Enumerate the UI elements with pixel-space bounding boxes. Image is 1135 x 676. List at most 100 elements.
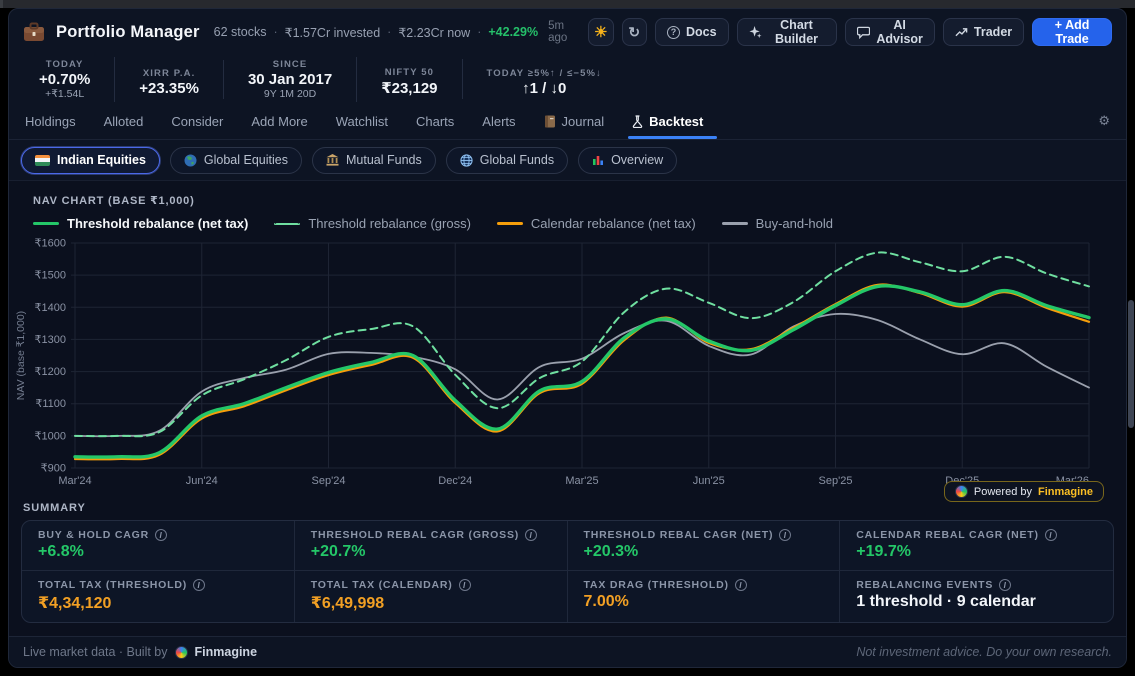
last-updated: 5m ago (548, 20, 578, 44)
svg-text:₹900: ₹900 (41, 463, 66, 475)
powered-by-badge[interactable]: Powered by Finmagine (944, 481, 1104, 502)
legend-swatch-gray (722, 222, 748, 225)
stat-nifty: NIFTY 50 ₹23,129 (357, 59, 462, 99)
svg-text:Jun'24: Jun'24 (186, 475, 218, 487)
bar-chart-icon (592, 154, 604, 166)
asset-filter-bar: Indian Equities Global Equities Mutual F… (9, 140, 1126, 180)
bank-icon (326, 154, 339, 166)
chart-builder-button[interactable]: Chart Builder (737, 18, 838, 46)
filter-indian-equities[interactable]: Indian Equities (21, 147, 160, 174)
svg-text:₹1600: ₹1600 (35, 238, 66, 250)
app-window: Portfolio Manager 62 stocks · ₹1.57Cr in… (8, 8, 1127, 668)
flask-icon (632, 115, 643, 128)
refresh-button[interactable]: ↻ (622, 18, 647, 46)
summary-cell-calendar-net-cagr: CALENDAR REBAL CAGR (NET)i +19.7% (840, 521, 1113, 571)
footer-note: Live market data · Built by (23, 645, 168, 659)
legend-buy-and-hold[interactable]: Buy-and-hold (722, 216, 833, 231)
nav-chart: ₹900 ₹1000 ₹1100 ₹1200 ₹1300 ₹1400 ₹1500 ₹1600 M… (9, 233, 1126, 498)
info-icon[interactable]: i (779, 529, 791, 541)
india-flag-icon (35, 155, 50, 166)
finmagine-logo-icon (955, 485, 968, 498)
stats-bar: TODAY +0.70% +₹1.54L XIRR P.A. +23.35% S… (9, 55, 1126, 103)
svg-text:Dec'24: Dec'24 (438, 475, 472, 487)
summary-cell-total-tax-calendar: TOTAL TAX (CALENDAR)i ₹6,49,998 (295, 571, 568, 622)
tab-alloted[interactable]: Alloted (104, 103, 144, 139)
info-icon[interactable]: i (155, 529, 167, 541)
tab-consider[interactable]: Consider (171, 103, 223, 139)
tab-alerts[interactable]: Alerts (482, 103, 515, 139)
trader-button[interactable]: Trader (943, 18, 1024, 46)
header: Portfolio Manager 62 stocks · ₹1.57Cr in… (9, 9, 1126, 55)
add-trade-button[interactable]: + Add Trade (1032, 18, 1112, 46)
filter-global-equities[interactable]: Global Equities (170, 147, 302, 174)
globe-asia-icon (184, 154, 197, 167)
legend-swatch-solid-green (33, 222, 59, 225)
tab-holdings[interactable]: Holdings (25, 103, 76, 139)
footer: Live market data · Built by Finmagine No… (9, 636, 1126, 667)
stock-count: 62 stocks (214, 25, 267, 39)
invested-amount: ₹1.57Cr invested (285, 25, 381, 40)
tab-bar: Holdings Alloted Consider Add More Watch… (9, 103, 1126, 140)
filter-overview[interactable]: Overview (578, 147, 677, 174)
info-icon[interactable]: i (999, 579, 1011, 591)
docs-button[interactable]: ? Docs (655, 18, 729, 46)
nav-chart-plot[interactable]: ₹900 ₹1000 ₹1100 ₹1200 ₹1300 ₹1400 ₹1500 ₹1600 M… (9, 233, 1126, 498)
info-icon[interactable]: i (1045, 529, 1057, 541)
filter-mutual-funds[interactable]: Mutual Funds (312, 147, 436, 174)
scrollbar-thumb[interactable] (1128, 300, 1134, 428)
svg-text:₹1400: ₹1400 (35, 302, 66, 314)
settings-gear-icon[interactable]: ⚙ (1098, 103, 1110, 139)
info-icon[interactable]: i (193, 579, 205, 591)
browser-chrome-strip (0, 0, 1135, 8)
info-icon[interactable]: i (525, 529, 537, 541)
theme-toggle-button[interactable]: ☀ (588, 18, 613, 46)
total-return-badge: +42.29% (488, 25, 538, 39)
legend-threshold-gross[interactable]: Threshold rebalance (gross) (274, 216, 471, 231)
svg-text:₹1200: ₹1200 (35, 366, 66, 378)
summary-cell-buyhold-cagr: BUY & HOLD CAGRi +6.8% (22, 521, 295, 571)
stat-xirr: XIRR P.A. +23.35% (115, 60, 224, 99)
summary-cell-tax-drag: TAX DRAG (THRESHOLD)i 7.00% (568, 571, 841, 622)
sun-icon: ☀ (594, 25, 607, 40)
svg-text:Mar'24: Mar'24 (58, 475, 91, 487)
legend-threshold-net[interactable]: Threshold rebalance (net tax) (33, 216, 248, 231)
tab-charts[interactable]: Charts (416, 103, 454, 139)
backtest-panel: NAV CHART (BASE ₹1,000) Threshold rebala… (9, 180, 1126, 636)
legend-calendar-net[interactable]: Calendar rebalance (net tax) (497, 216, 696, 231)
filter-global-funds[interactable]: Global Funds (446, 147, 568, 174)
svg-text:Sep'24: Sep'24 (312, 475, 346, 487)
footer-brand-link[interactable]: Finmagine (195, 645, 258, 659)
portfolio-meta: 62 stocks · ₹1.57Cr invested · ₹2.23Cr n… (214, 25, 538, 40)
tab-backtest[interactable]: Backtest (632, 103, 703, 139)
stat-movers: TODAY ≥5%↑ / ≤−5%↓ ↑1 / ↓0 (463, 60, 626, 99)
summary-table: BUY & HOLD CAGRi +6.8% THRESHOLD REBAL C… (21, 520, 1114, 623)
summary-cell-threshold-gross-cagr: THRESHOLD REBAL CAGR (GROSS)i +20.7% (295, 521, 568, 571)
svg-text:Mar'25: Mar'25 (565, 475, 598, 487)
tab-add-more[interactable]: Add More (251, 103, 307, 139)
disclaimer: Not investment advice. Do your own resea… (856, 645, 1112, 659)
current-value: ₹2.23Cr now (398, 25, 470, 40)
svg-text:Sep'25: Sep'25 (819, 475, 853, 487)
summary-cell-total-tax-threshold: TOTAL TAX (THRESHOLD)i ₹4,34,120 (22, 571, 295, 622)
svg-text:Jun'25: Jun'25 (693, 475, 725, 487)
info-icon[interactable]: i (735, 579, 747, 591)
legend-swatch-dashed-green (274, 223, 300, 225)
chat-bubble-icon (857, 26, 870, 39)
summary-cell-rebalancing-events: REBALANCING EVENTSi 1 threshold · 9 cale… (840, 571, 1113, 622)
svg-text:₹1500: ₹1500 (35, 270, 66, 282)
help-circle-icon: ? (667, 26, 680, 39)
ai-advisor-button[interactable]: AI Advisor (845, 18, 935, 46)
tab-watchlist[interactable]: Watchlist (336, 103, 388, 139)
chart-legend: Threshold rebalance (net tax) Threshold … (9, 207, 1126, 231)
journal-icon (544, 115, 556, 128)
svg-text:NAV (base ₹1,000): NAV (base ₹1,000) (15, 311, 27, 400)
info-icon[interactable]: i (459, 579, 471, 591)
tab-journal[interactable]: Journal (544, 103, 605, 139)
svg-text:₹1000: ₹1000 (35, 430, 66, 442)
page-title: Portfolio Manager (56, 23, 200, 42)
trending-up-icon (955, 27, 968, 38)
stat-since: SINCE 30 Jan 2017 9Y 1M 20D (224, 57, 357, 102)
summary-cell-threshold-net-cagr: THRESHOLD REBAL CAGR (NET)i +20.3% (568, 521, 841, 571)
svg-text:₹1300: ₹1300 (35, 334, 66, 346)
svg-text:₹1100: ₹1100 (35, 398, 66, 410)
